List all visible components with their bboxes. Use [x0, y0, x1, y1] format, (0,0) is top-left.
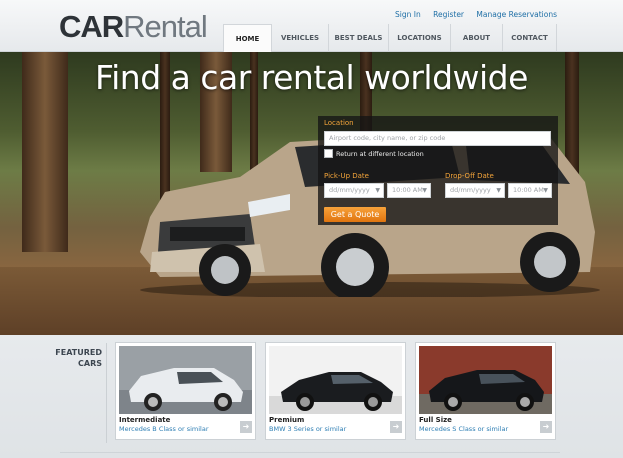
dropoff-date-select[interactable]: dd/mm/yyyy ▼	[445, 183, 505, 198]
car-class-name: Full Size	[419, 416, 452, 424]
featured-title: FEATURED CARS	[40, 347, 102, 369]
dropoff-date-label: Drop-Off Date	[445, 172, 494, 180]
car-class-name: Intermediate	[119, 416, 171, 424]
logo-car: CAR	[59, 9, 124, 44]
featured-title-line1: FEATURED	[55, 348, 102, 357]
nav-locations[interactable]: LOCATIONS	[388, 24, 450, 52]
car-model-link[interactable]: Mercedes S Class or similar	[419, 425, 508, 433]
site-header: CARRental Sign In Register Manage Reserv…	[0, 0, 623, 52]
featured-divider	[106, 343, 107, 443]
footer-divider	[60, 452, 560, 453]
arrow-right-icon[interactable]: ➜	[240, 421, 252, 433]
arrow-right-icon[interactable]: ➜	[540, 421, 552, 433]
logo-rental: Rental	[123, 9, 208, 44]
hero-headline: Find a car rental worldwide	[95, 58, 528, 97]
return-different-checkbox[interactable]	[324, 149, 333, 158]
featured-car-card[interactable]: Premium BMW 3 Series or similar ➜	[265, 342, 406, 440]
dropoff-date-value: dd/mm/yyyy	[450, 186, 491, 194]
nav-home[interactable]: HOME	[223, 24, 271, 52]
car-photo	[419, 346, 552, 414]
car-photo	[119, 346, 252, 414]
pickup-date-select[interactable]: dd/mm/yyyy ▼	[324, 183, 384, 198]
return-different-label: Return at different location	[336, 150, 424, 158]
location-label: Location	[324, 119, 354, 127]
nav-contact[interactable]: CONTACT	[502, 24, 557, 52]
nav-best-deals[interactable]: BEST DEALS	[328, 24, 388, 52]
chevron-down-icon: ▼	[496, 187, 501, 194]
dropoff-time-select[interactable]: 10:00 AM ▼	[508, 183, 552, 198]
nav-vehicles[interactable]: VEHICLES	[271, 24, 328, 52]
featured-car-card[interactable]: Full Size Mercedes S Class or similar ➜	[415, 342, 556, 440]
top-links: Sign In Register Manage Reservations	[385, 10, 557, 19]
main-nav: HOME VEHICLES BEST DEALS LOCATIONS ABOUT…	[223, 24, 557, 52]
register-link[interactable]: Register	[433, 10, 464, 19]
car-class-name: Premium	[269, 416, 305, 424]
sign-in-link[interactable]: Sign In	[395, 10, 421, 19]
car-model-link[interactable]: BMW 3 Series or similar	[269, 425, 346, 433]
pickup-date-label: Pick-Up Date	[324, 172, 369, 180]
arrow-right-icon[interactable]: ➜	[390, 421, 402, 433]
chevron-down-icon: ▼	[543, 187, 548, 194]
car-model-link[interactable]: Mercedes B Class or similar	[119, 425, 209, 433]
page: CARRental Sign In Register Manage Reserv…	[0, 0, 623, 458]
featured-title-line2: CARS	[78, 359, 102, 368]
chevron-down-icon: ▼	[375, 187, 380, 194]
nav-about[interactable]: ABOUT	[450, 24, 502, 52]
chevron-down-icon: ▼	[422, 187, 427, 194]
pickup-time-value: 10:00 AM	[392, 186, 423, 194]
car-photo	[269, 346, 402, 414]
dropoff-time-value: 10:00 AM	[513, 186, 544, 194]
pickup-time-select[interactable]: 10:00 AM ▼	[387, 183, 431, 198]
location-input[interactable]: Airport code, city name, or zip code	[324, 131, 551, 146]
featured-section: FEATURED CARS Intermediate Mercedes B Cl…	[0, 335, 623, 458]
featured-car-card[interactable]: Intermediate Mercedes B Class or similar…	[115, 342, 256, 440]
get-quote-button[interactable]: Get a Quote	[324, 207, 386, 222]
pickup-date-value: dd/mm/yyyy	[329, 186, 370, 194]
manage-reservations-link[interactable]: Manage Reservations	[476, 10, 557, 19]
site-logo[interactable]: CARRental	[59, 9, 208, 44]
